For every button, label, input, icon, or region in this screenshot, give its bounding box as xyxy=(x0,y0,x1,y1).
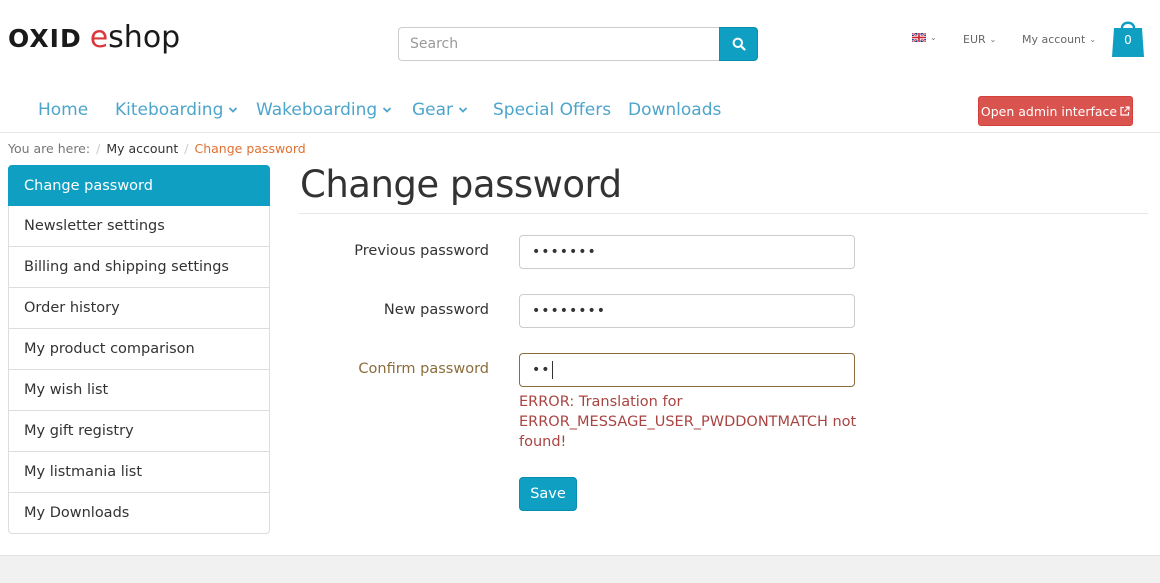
confirm-password-field[interactable]: •• xyxy=(519,353,855,387)
previous-password-label: Previous password xyxy=(354,243,489,259)
title-divider xyxy=(299,213,1148,214)
nav-item-special-offers[interactable]: Special Offers xyxy=(493,100,611,120)
sidebar-item-label: My gift registry xyxy=(24,423,134,439)
search-button[interactable] xyxy=(719,27,758,61)
previous-password-value: ••••••• xyxy=(532,244,597,260)
new-password-value: •••••••• xyxy=(532,303,607,319)
page-footer xyxy=(0,555,1160,583)
chevron-down-icon: ⌄ xyxy=(989,35,997,44)
main-navigation: Home Kiteboarding Wakeboarding Gear Spec… xyxy=(0,96,1160,133)
sidebar-item-label: My listmania list xyxy=(24,464,143,480)
account-sidebar: Change password Newsletter settings Bill… xyxy=(8,165,270,534)
sidebar-item-wish-list[interactable]: My wish list xyxy=(8,370,270,411)
save-button[interactable]: Save xyxy=(519,477,577,511)
new-password-label: New password xyxy=(383,302,489,318)
nav-item-label: Downloads xyxy=(628,100,722,120)
cart-button[interactable]: 0 xyxy=(1112,17,1144,57)
password-error-message: ERROR: Translation for ERROR_MESSAGE_USE… xyxy=(519,394,857,450)
breadcrumb-separator: / xyxy=(184,141,189,156)
nav-item-label: Gear xyxy=(412,100,454,120)
sidebar-item-label: Change password xyxy=(24,177,153,194)
nav-item-gear[interactable]: Gear xyxy=(412,100,468,120)
breadcrumb-separator: / xyxy=(96,141,101,156)
nav-item-label: Home xyxy=(38,100,89,120)
nav-item-downloads[interactable]: Downloads xyxy=(628,100,721,120)
chevron-down-icon xyxy=(458,107,468,113)
sidebar-item-label: My Downloads xyxy=(24,505,130,521)
sidebar-item-label: My wish list xyxy=(24,382,109,398)
text-cursor xyxy=(551,361,553,379)
save-button-label: Save xyxy=(530,486,566,502)
new-password-field[interactable]: •••••••• xyxy=(519,294,855,328)
shop-logo[interactable]: OXID e shop xyxy=(8,20,181,55)
breadcrumb-prefix: You are here: xyxy=(8,141,91,156)
nav-item-kiteboarding[interactable]: Kiteboarding xyxy=(115,100,238,120)
nav-item-wakeboarding[interactable]: Wakeboarding xyxy=(256,100,392,120)
chevron-down-icon xyxy=(229,107,238,113)
sidebar-item-label: My product comparison xyxy=(24,341,195,357)
sidebar-item-change-password[interactable]: Change password xyxy=(8,165,270,206)
language-selector[interactable]: ⌄ xyxy=(912,33,937,42)
logo-e-text: e xyxy=(89,20,109,55)
search-input[interactable] xyxy=(398,27,719,61)
account-label: My account xyxy=(1022,33,1086,46)
page-title: Change password xyxy=(300,163,622,206)
chevron-down-icon xyxy=(383,107,392,113)
breadcrumb: You are here: / My account / Change pass… xyxy=(8,141,306,156)
search-icon xyxy=(732,37,746,51)
search-bar xyxy=(398,27,758,61)
nav-item-label: Wakeboarding xyxy=(256,100,378,120)
confirm-password-value: •• xyxy=(532,362,551,378)
sidebar-item-listmania-list[interactable]: My listmania list xyxy=(8,452,270,493)
nav-item-label: Kiteboarding xyxy=(115,100,224,120)
admin-button-label: Open admin interface xyxy=(980,103,1118,119)
account-menu[interactable]: My account ⌄ xyxy=(1022,33,1096,46)
logo-shop-text: shop xyxy=(108,20,181,55)
sidebar-item-product-comparison[interactable]: My product comparison xyxy=(8,329,270,370)
nav-item-home[interactable]: Home xyxy=(38,100,88,120)
open-admin-button[interactable]: Open admin interface xyxy=(978,96,1133,126)
external-link-icon xyxy=(1120,106,1130,116)
cart-count: 0 xyxy=(1124,33,1132,47)
previous-password-field[interactable]: ••••••• xyxy=(519,235,855,269)
sidebar-item-label: Order history xyxy=(24,300,120,316)
sidebar-item-gift-registry[interactable]: My gift registry xyxy=(8,411,270,452)
uk-flag-icon xyxy=(912,33,926,42)
breadcrumb-current: Change password xyxy=(194,141,306,156)
confirm-password-label: Confirm password xyxy=(358,361,489,377)
sidebar-item-label: Newsletter settings xyxy=(24,218,165,234)
currency-selector[interactable]: EUR ⌄ xyxy=(963,33,996,46)
chevron-down-icon: ⌄ xyxy=(930,33,937,42)
sidebar-item-order-history[interactable]: Order history xyxy=(8,288,270,329)
sidebar-item-label: Billing and shipping settings xyxy=(24,259,229,275)
breadcrumb-link-my-account[interactable]: My account xyxy=(106,141,178,156)
sidebar-item-my-downloads[interactable]: My Downloads xyxy=(8,493,270,534)
sidebar-item-billing-shipping[interactable]: Billing and shipping settings xyxy=(8,247,270,288)
nav-item-label: Special Offers xyxy=(493,100,612,120)
currency-label: EUR xyxy=(963,33,986,46)
sidebar-item-newsletter-settings[interactable]: Newsletter settings xyxy=(8,206,270,247)
chevron-down-icon: ⌄ xyxy=(1089,35,1097,44)
logo-oxid-text: OXID xyxy=(8,24,82,53)
